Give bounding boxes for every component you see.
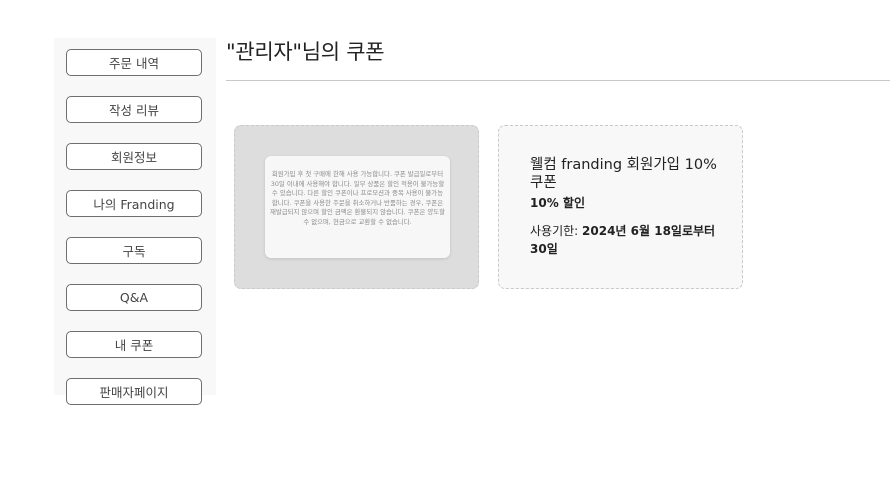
title-divider	[226, 80, 890, 81]
sidebar-item-reviews[interactable]: 작성 리뷰	[66, 96, 202, 123]
sidebar-item-member-info[interactable]: 회원정보	[66, 143, 202, 170]
coupon-card-back[interactable]: 회원가입 후 첫 구매에 한해 사용 가능합니다. 쿠폰 발급일로부터 30일 …	[234, 125, 479, 289]
coupon-discount: 10% 할인	[530, 196, 585, 210]
page-title: "관리자"님의 쿠폰	[226, 40, 385, 64]
expiry-label: 사용기한:	[530, 224, 583, 238]
sidebar-item-orders[interactable]: 주문 내역	[66, 49, 202, 76]
sidebar-item-subscription[interactable]: 구독	[66, 237, 202, 264]
sidebar-item-qna[interactable]: Q&A	[66, 284, 202, 311]
sidebar: 주문 내역 작성 리뷰 회원정보 나의 Franding 구독 Q&A 내 쿠폰…	[54, 38, 216, 405]
coupon-card-front[interactable]: 웰컴 franding 회원가입 10% 쿠폰 10% 할인 사용기한: 202…	[498, 125, 743, 289]
coupon-notice: 회원가입 후 첫 구매에 한해 사용 가능합니다. 쿠폰 발급일로부터 30일 …	[265, 156, 450, 258]
coupon-name: 웰컴 franding 회원가입 10% 쿠폰	[530, 157, 717, 191]
sidebar-item-my-coupons[interactable]: 내 쿠폰	[66, 331, 202, 358]
coupon-expiry: 사용기한: 2024년 6월 18일로부터 30일	[530, 222, 730, 258]
sidebar-item-my-franding[interactable]: 나의 Franding	[66, 190, 202, 217]
sidebar-item-seller-page[interactable]: 판매자페이지	[66, 378, 202, 405]
